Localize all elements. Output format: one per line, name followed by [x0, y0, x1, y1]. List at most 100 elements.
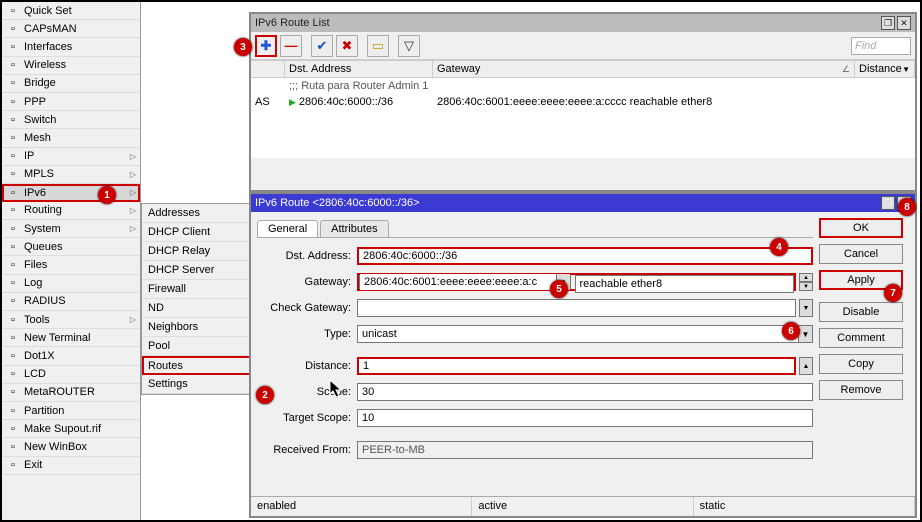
marker-2: 2 [256, 386, 274, 404]
sidebar-item-label: Files [24, 259, 136, 271]
sidebar-item-label: Interfaces [24, 41, 136, 53]
route-list-titlebar: IPv6 Route List ❐ ✕ [251, 14, 915, 32]
status-static: static [694, 497, 915, 516]
menu-icon: ▫ [6, 404, 20, 418]
copy-button[interactable]: Copy [819, 354, 903, 374]
sidebar-item-label: Tools [24, 314, 130, 326]
comment-button[interactable]: Comment [819, 328, 903, 348]
distance-input[interactable]: 1 [357, 357, 796, 375]
sidebar-item-log[interactable]: ▫Log [2, 275, 140, 293]
gateway-spinner[interactable]: ▲▼ [799, 273, 813, 291]
remove-button[interactable]: — [280, 35, 302, 57]
menu-icon: ▫ [6, 458, 20, 472]
sidebar-item-tools[interactable]: ▫Tools▷ [2, 311, 140, 329]
filter-button[interactable]: ▽ [398, 35, 420, 57]
scope-input[interactable]: 30 [357, 383, 813, 401]
route-list-window: IPv6 Route List ❐ ✕ ✚ — ✔ ✖ ▭ ▽ Find Dst… [249, 12, 917, 192]
enable-button[interactable]: ✔ [311, 35, 333, 57]
dropdown-icon[interactable]: ▼ [798, 326, 812, 342]
col-distance[interactable]: Distance▼ [855, 61, 915, 77]
disable-button[interactable]: ✖ [336, 35, 358, 57]
sidebar-item-ip[interactable]: ▫IP▷ [2, 148, 140, 166]
chevron-up-icon[interactable]: ▲ [799, 357, 813, 375]
sidebar-item-label: New Terminal [24, 332, 136, 344]
type-input[interactable]: ▼ [357, 325, 813, 343]
check-gateway-input[interactable] [357, 299, 796, 317]
ok-button[interactable]: OK [819, 218, 903, 238]
sidebar-item-mpls[interactable]: ▫MPLS▷ [2, 166, 140, 184]
row-gateway: 2806:40c:6001:eeee:eeee:eeee:a:cccc reac… [433, 96, 855, 108]
sidebar-item-ppp[interactable]: ▫PPP [2, 93, 140, 111]
menu-icon: ▫ [6, 294, 20, 308]
find-input[interactable]: Find [851, 37, 911, 55]
sidebar-item-exit[interactable]: ▫Exit [2, 457, 140, 475]
window-close-icon[interactable]: ✕ [897, 16, 911, 30]
sidebar-item-metarouter[interactable]: ▫MetaROUTER [2, 384, 140, 402]
menu-icon: ▫ [6, 186, 20, 200]
sidebar-item-label: MPLS [24, 168, 130, 180]
marker-1: 1 [98, 186, 116, 204]
marker-4: 4 [770, 238, 788, 256]
sidebar-item-mesh[interactable]: ▫Mesh [2, 129, 140, 147]
remove-button[interactable]: Remove [819, 380, 903, 400]
marker-8: 8 [898, 198, 916, 216]
sidebar-item-label: Queues [24, 241, 136, 253]
status-active: active [472, 497, 693, 516]
label-distance: Distance: [257, 360, 357, 372]
window-minmax-icon[interactable]: ❐ [881, 16, 895, 30]
route-list-title: IPv6 Route List [255, 17, 330, 29]
sidebar-item-bridge[interactable]: ▫Bridge [2, 75, 140, 93]
sidebar-item-partition[interactable]: ▫Partition [2, 402, 140, 420]
disable-button[interactable]: Disable [819, 302, 903, 322]
sidebar-item-label: MetaROUTER [24, 386, 136, 398]
sidebar-item-files[interactable]: ▫Files [2, 256, 140, 274]
comment-button[interactable]: ▭ [367, 35, 389, 57]
sidebar-item-system[interactable]: ▫System▷ [2, 220, 140, 238]
sidebar-item-make-supout.rif[interactable]: ▫Make Supout.rif [2, 420, 140, 438]
row-comment: ;;; Ruta para Router Admin 1 [289, 80, 428, 92]
tab-attributes[interactable]: Attributes [320, 220, 388, 237]
menu-icon: ▫ [6, 58, 20, 72]
menu-icon: ▫ [6, 349, 20, 363]
menu-icon: ▫ [6, 40, 20, 54]
sidebar-item-queues[interactable]: ▫Queues [2, 238, 140, 256]
col-gateway[interactable]: Gateway∠ [433, 61, 855, 77]
route-edit-window: IPv6 Route <2806:40c:6000::/36> ❐ ✕ Gene… [249, 192, 917, 518]
tab-general[interactable]: General [257, 220, 318, 237]
sidebar-item-new-winbox[interactable]: ▫New WinBox [2, 438, 140, 456]
sidebar-item-quick-set[interactable]: ▫Quick Set [2, 2, 140, 20]
label-target-scope: Target Scope: [257, 412, 357, 424]
sidebar-item-label: Wireless [24, 59, 136, 71]
col-dst[interactable]: Dst. Address [285, 61, 433, 77]
chevron-down-icon[interactable]: ▼ [799, 299, 813, 317]
gateway-input[interactable]: ▼ [359, 275, 571, 289]
add-button[interactable]: ✚ [255, 35, 277, 57]
dst-address-input[interactable]: 2806:40c:6000::/36 [357, 247, 813, 265]
cancel-button[interactable]: Cancel [819, 244, 903, 264]
sidebar-item-radius[interactable]: ▫ RADIUS [2, 293, 140, 311]
sidebar-item-dot1x[interactable]: ▫Dot1X [2, 347, 140, 365]
menu-icon: ▫ [6, 149, 20, 163]
table-row[interactable]: AS ▶2806:40c:6000::/36 2806:40c:6001:eee… [251, 94, 915, 110]
sidebar-item-switch[interactable]: ▫Switch [2, 111, 140, 129]
sidebar-item-routing[interactable]: ▫Routing▷ [2, 202, 140, 220]
sidebar-item-label: IP [24, 150, 130, 162]
route-form: Dst. Address: 2806:40c:6000::/36 Gateway… [257, 238, 813, 470]
menu-icon: ▫ [6, 4, 20, 18]
sidebar-item-interfaces[interactable]: ▫ Interfaces [2, 38, 140, 56]
sidebar-item-label: System [24, 223, 130, 235]
row-dst: ▶2806:40c:6000::/36 [285, 96, 433, 108]
sidebar-item-label: RADIUS [24, 295, 136, 307]
sidebar-item-ipv6[interactable]: ▫IPv6▷ [2, 184, 140, 202]
sidebar-item-wireless[interactable]: ▫ Wireless [2, 57, 140, 75]
col-blank[interactable] [251, 61, 285, 77]
sidebar-item-new-terminal[interactable]: ▫New Terminal [2, 329, 140, 347]
sidebar-item-lcd[interactable]: ▫LCD [2, 366, 140, 384]
sidebar-item-capsman[interactable]: ▫CAPsMAN [2, 20, 140, 38]
target-scope-input[interactable]: 10 [357, 409, 813, 427]
menu-icon: ▫ [6, 167, 20, 181]
marker-6: 6 [782, 322, 800, 340]
menu-icon: ▫ [6, 422, 20, 436]
sidebar-item-label: Bridge [24, 77, 136, 89]
window-minmax-icon[interactable]: ❐ [881, 196, 895, 210]
